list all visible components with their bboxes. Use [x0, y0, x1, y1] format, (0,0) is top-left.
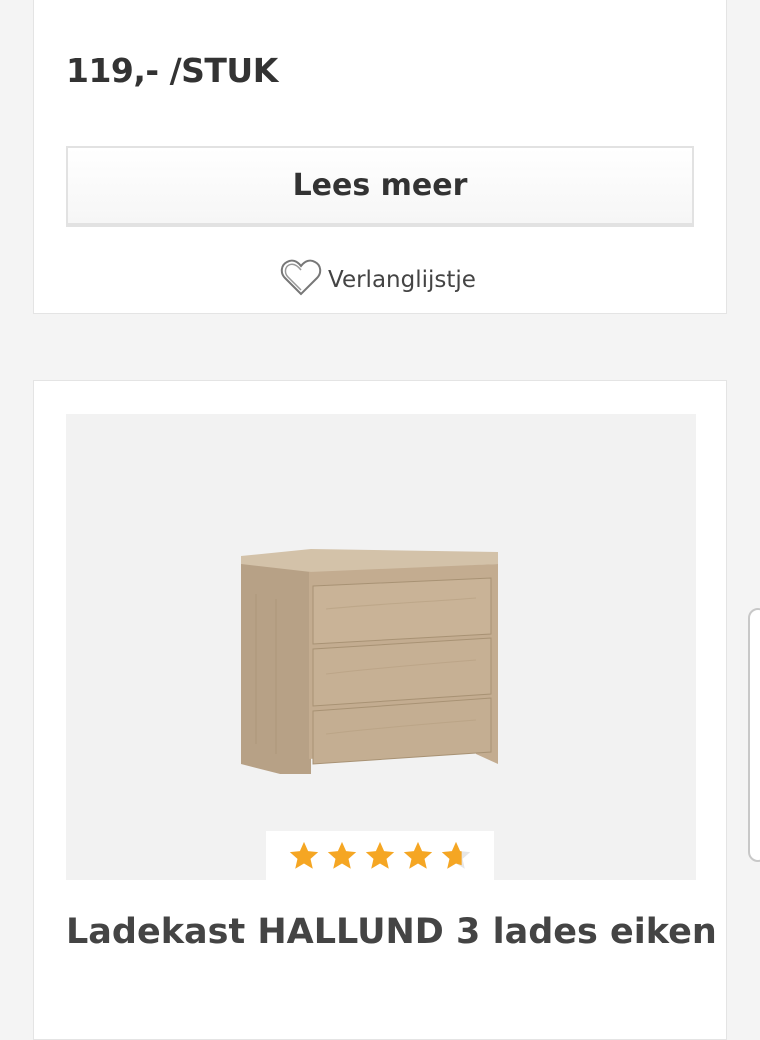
dresser-image — [241, 549, 498, 774]
product-image[interactable] — [66, 414, 696, 880]
rating-stars — [266, 831, 494, 880]
product-card-previous: 119,- /STUK Lees meer Verlanglijstje — [33, 0, 727, 314]
star-icon — [327, 841, 357, 869]
scrollbar[interactable] — [748, 608, 760, 862]
wishlist-button[interactable]: Verlanglijstje — [280, 259, 476, 301]
star-icon — [403, 841, 433, 869]
price-label: 119,- /STUK — [66, 51, 278, 90]
star-icon — [365, 841, 395, 869]
wishlist-label: Verlanglijstje — [328, 267, 476, 293]
heart-icon — [280, 259, 322, 301]
product-title[interactable]: Ladekast HALLUND 3 lades eiken — [66, 912, 717, 952]
star-icon — [289, 841, 319, 869]
read-more-button[interactable]: Lees meer — [66, 146, 694, 227]
product-card: Ladekast HALLUND 3 lades eiken — [33, 380, 727, 1040]
half-star-icon — [441, 841, 471, 869]
